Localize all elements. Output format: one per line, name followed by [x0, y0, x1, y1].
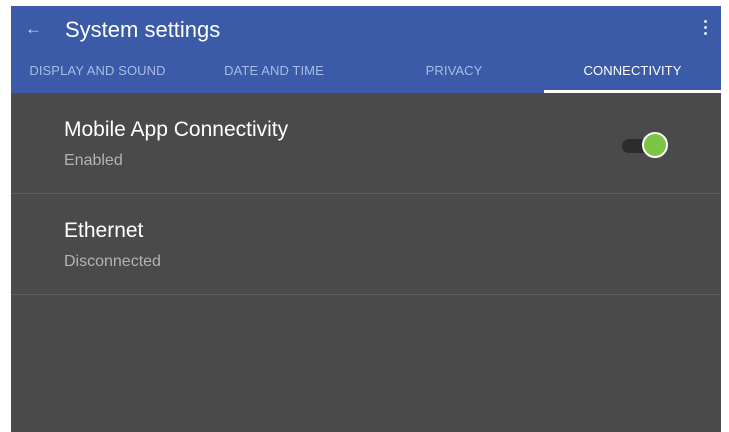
- mobile-app-connectivity-toggle[interactable]: [622, 132, 668, 160]
- more-vertical-icon[interactable]: [703, 20, 707, 36]
- tab-display-and-sound[interactable]: DISPLAY AND SOUND: [11, 54, 184, 93]
- settings-screen: ← System settings DISPLAY AND SOUND DATE…: [11, 6, 721, 432]
- setting-status: Disconnected: [64, 253, 161, 270]
- setting-title: Mobile App Connectivity: [64, 118, 289, 141]
- setting-status: Enabled: [64, 152, 123, 169]
- tab-date-and-time[interactable]: DATE AND TIME: [184, 54, 364, 93]
- tab-privacy[interactable]: PRIVACY: [364, 54, 544, 93]
- page-title: System settings: [65, 17, 221, 42]
- setting-title: Ethernet: [64, 219, 144, 242]
- tab-connectivity[interactable]: CONNECTIVITY: [544, 54, 721, 93]
- tab-bar: DISPLAY AND SOUND DATE AND TIME PRIVACY …: [11, 54, 721, 93]
- toggle-thumb: [642, 132, 668, 158]
- setting-row-ethernet[interactable]: Ethernet Disconnected: [11, 194, 721, 295]
- setting-row-mobile-app-connectivity[interactable]: Mobile App Connectivity Enabled: [11, 93, 721, 194]
- arrow-left-icon[interactable]: ←: [25, 16, 42, 42]
- app-bar: ← System settings DISPLAY AND SOUND DATE…: [11, 6, 721, 93]
